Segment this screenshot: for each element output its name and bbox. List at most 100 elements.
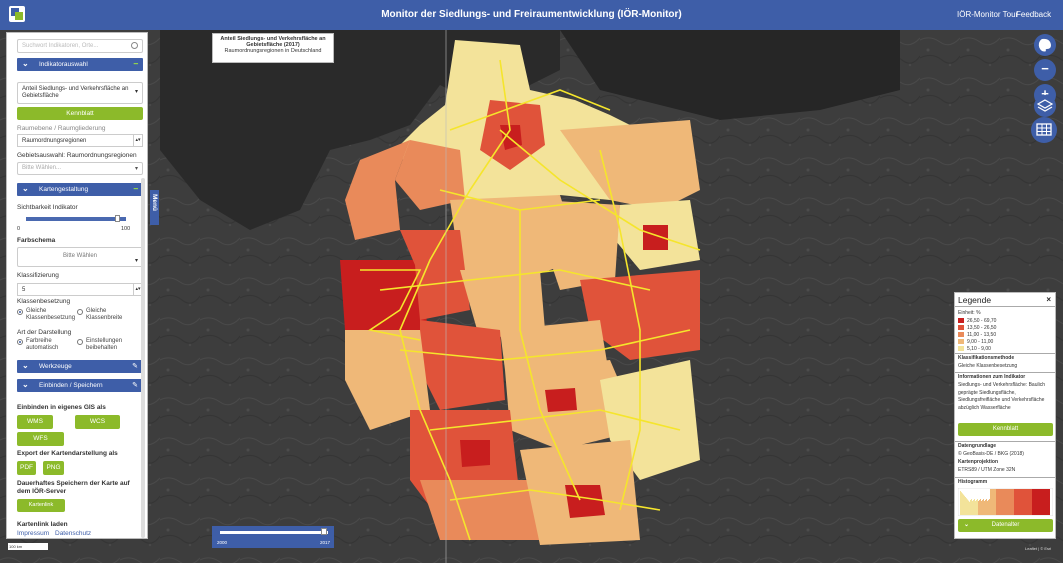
datengrundlage-value: © GeoBasis-DE / BKG (2018) (958, 451, 1024, 457)
datenschutz-link[interactable]: Datenschutz (55, 530, 91, 537)
histogram-bar (990, 489, 991, 515)
farbschema-select[interactable]: Bitte Wählen ▾ (17, 247, 143, 267)
histogram-bar (1011, 489, 1012, 515)
histogram-bar (987, 501, 988, 515)
menu-toggle-tab[interactable]: Menü (150, 190, 159, 225)
search-input[interactable]: Suchwort Indikatoren, Orte... (17, 39, 143, 53)
radio-gleiche-breite-label: Gleiche Klassenbreite (86, 308, 123, 321)
histogram-bar (1016, 489, 1017, 515)
darstellung-label: Art der Darstellung (17, 329, 72, 336)
radio-gleiche-breite[interactable] (77, 309, 83, 315)
farbschema-label: Farbschema (17, 237, 56, 244)
close-icon[interactable]: × (1046, 295, 1051, 304)
histogram-bar (983, 499, 984, 515)
pin-icon[interactable]: ✎ (132, 362, 138, 370)
radio-farbreihe[interactable] (17, 339, 23, 345)
raumebene-label: Raumebene / Raumgliederung (17, 125, 106, 132)
histogram-bar (1008, 489, 1009, 515)
search-icon[interactable] (131, 42, 138, 49)
histogram-bar (977, 499, 978, 515)
farbschema-value: Bitte Wählen (62, 253, 98, 259)
histogram-bar (1006, 489, 1007, 515)
legend-kennblatt-button[interactable]: Kennblatt (958, 423, 1053, 436)
legend-title: Legende (958, 295, 992, 305)
divider (955, 477, 1055, 478)
feedback-link[interactable]: Feedback (1016, 10, 1051, 19)
map-title-line3: Raumordnungsregionen in Deutschland (224, 48, 322, 54)
pin-icon[interactable]: ━ (134, 60, 138, 68)
histogram-bar (1047, 489, 1048, 515)
slider-min: 0 (17, 226, 21, 232)
indikatorauswahl-label: Indikatorauswahl (39, 61, 88, 68)
wms-button[interactable]: WMS (17, 415, 53, 429)
kennblatt-button[interactable]: Kennblatt (17, 107, 143, 120)
table-view-button[interactable] (1031, 117, 1057, 143)
select-arrow-icon: ▴▾ (133, 135, 142, 146)
gebietsauswahl-select[interactable]: Bitte Wählen... ▾ (17, 162, 143, 175)
kartenlink-button[interactable]: Kartenlink erzeugen (17, 499, 65, 521)
werkzeuge-header[interactable]: ⌄ Werkzeuge ✎ (17, 360, 143, 373)
einbinden-gis-label: Einbinden in eigenes GIS als (17, 404, 106, 411)
histogram-bar (985, 500, 986, 515)
sichtbarkeit-slider[interactable] (26, 217, 126, 221)
histogram-bar (972, 501, 973, 515)
indikator-select[interactable]: Anteil Siedlungs- und Verkehrsfläche an … (17, 82, 143, 104)
indikatorauswahl-header[interactable]: ⌄ Indikatorauswahl ━ (17, 58, 143, 71)
histogram-bar (962, 493, 963, 515)
projektion-heading: Kartenprojektion (958, 459, 999, 465)
pin-icon[interactable]: ✎ (132, 381, 138, 389)
histogram-bar (1012, 489, 1013, 515)
histogram-bar (1028, 489, 1029, 515)
pin-icon[interactable]: ━ (134, 185, 138, 193)
color-palette-button[interactable] (1034, 34, 1056, 56)
klassifizierung-select[interactable]: 5 ▴▾ (17, 283, 143, 296)
raumebene-select[interactable]: Raumordnungsregionen ▴▾ (17, 134, 143, 147)
layers-button[interactable] (1034, 95, 1056, 117)
time-slider-handle[interactable] (320, 528, 327, 535)
tour-link[interactable]: IÖR-Monitor Tour (957, 10, 1018, 19)
einbinden-header[interactable]: ⌄ Einbinden / Speichern ✎ (17, 379, 143, 392)
datenalter-button[interactable]: ⌄ Datenalter (958, 519, 1053, 532)
wcs-button[interactable]: WCS (75, 415, 120, 429)
kartenlink-laden-label: Kartenlink laden (17, 521, 68, 528)
kartengestaltung-header[interactable]: ⌄ Kartengestaltung ━ (17, 183, 143, 196)
table-icon (1036, 123, 1052, 136)
indikator-selected: Anteil Siedlungs- und Verkehrsfläche an … (22, 86, 129, 99)
layers-icon (1036, 99, 1054, 112)
sidebar-panel: Suchwort Indikatoren, Orte... ⌄ Indikato… (6, 32, 148, 539)
histogram-bar (1030, 489, 1031, 515)
time-slider-track[interactable] (220, 531, 328, 534)
legend-swatch (958, 346, 964, 351)
legend-panel: Legende × Einheit: % 26,50 - 69,70 13,50 … (954, 292, 1056, 539)
map-attribution[interactable]: Leaflet | © Esri (1025, 546, 1051, 551)
histogram-bar (1017, 489, 1018, 515)
histogram-bar (1044, 489, 1045, 515)
slider-handle[interactable] (115, 215, 120, 222)
histogram-bar (970, 500, 971, 515)
histogram-bar (1013, 489, 1014, 515)
sidebar-scrollbar[interactable] (141, 178, 145, 538)
png-button[interactable]: PNG (43, 461, 64, 475)
histogram-bar (1009, 489, 1010, 515)
histogram-bar (1003, 489, 1004, 515)
histogram-bar (1041, 489, 1042, 515)
radio-einstellungen[interactable] (77, 339, 83, 345)
export-label: Export der Kartendarstellung als (17, 450, 118, 457)
map-canvas[interactable] (0, 30, 1063, 563)
histogram-bar (997, 489, 998, 515)
time-slider[interactable]: 2000 2017 (212, 526, 334, 548)
histogram-bar (1048, 489, 1049, 515)
zoom-out-button[interactable]: − (1034, 59, 1056, 81)
legend-swatch (958, 325, 964, 330)
radio-gleiche-besetzung[interactable] (17, 309, 23, 315)
histogram-bar (965, 497, 966, 515)
impressum-link[interactable]: Impressum (17, 530, 49, 537)
scale-bar: 100 km (8, 543, 48, 550)
time-end-label: 2017 (319, 540, 330, 545)
pdf-button[interactable]: PDF (17, 461, 36, 475)
histogram-bar (1022, 489, 1023, 515)
histogram-bar (1027, 489, 1028, 515)
histogram-bar (994, 489, 995, 515)
gebietsauswahl-placeholder: Bitte Wählen... (22, 165, 62, 171)
wfs-button[interactable]: WFS (17, 432, 64, 446)
